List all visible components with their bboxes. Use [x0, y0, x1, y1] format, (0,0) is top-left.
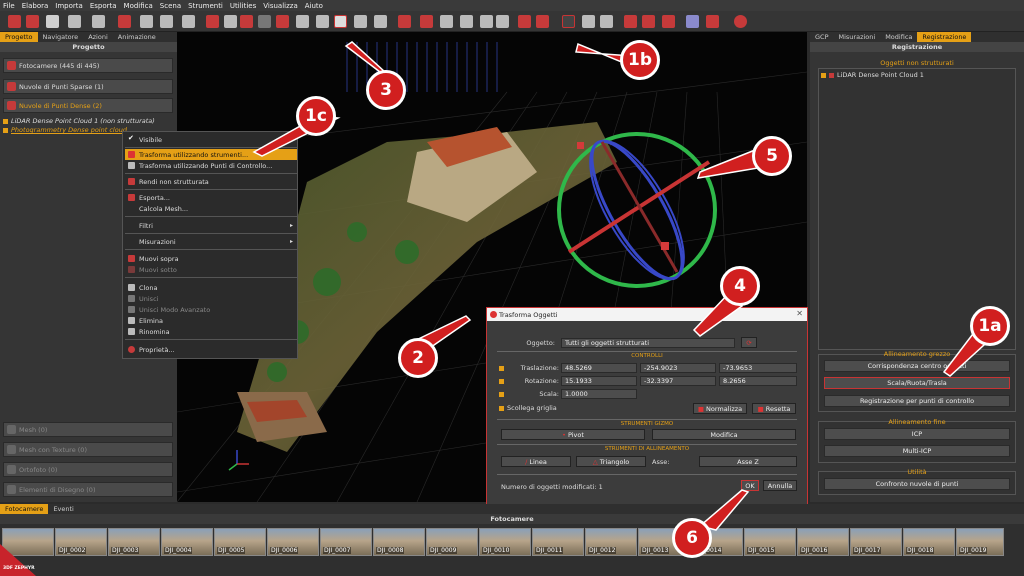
callout-1c: 1c [296, 96, 336, 136]
callout-1b: 1b [620, 40, 660, 80]
callout-5: 5 [752, 136, 792, 176]
callout-3: 3 [366, 70, 406, 110]
callout-1a: 1a [970, 306, 1010, 346]
callout-4: 4 [720, 266, 760, 306]
callout-2: 2 [398, 338, 438, 378]
callout-arrows [252, 41, 998, 531]
callout-6: 6 [672, 518, 712, 558]
